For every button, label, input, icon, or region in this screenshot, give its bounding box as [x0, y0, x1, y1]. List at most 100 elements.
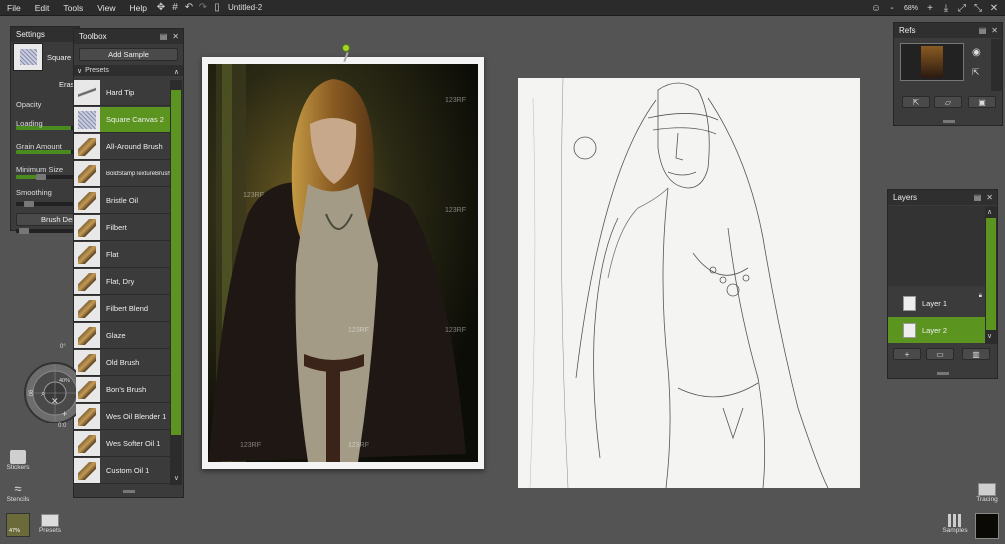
ref-external-icon[interactable]: ⇱ [972, 67, 980, 78]
preset-name: Glaze [106, 331, 126, 340]
preset-name: Flat [106, 250, 119, 259]
preset-item[interactable]: Bon's Brush [74, 377, 171, 403]
watermark: 123RF [445, 207, 467, 214]
brush-preview-thumb[interactable] [13, 43, 43, 71]
layers-scroll-up-icon[interactable]: ∧ [987, 208, 992, 216]
brush-thumbnail [74, 431, 100, 456]
presets-dock-label: Presets [38, 527, 62, 534]
presets-header[interactable]: ∨ Presets ∧ [74, 65, 183, 76]
reference-photo-card[interactable]: 123RF 123RF 123RF 123RF 123RF 123RF 123R… [202, 57, 484, 469]
scroll-up-icon[interactable]: ∧ [174, 68, 179, 76]
grain-amount-label: Grain Amount [16, 142, 62, 151]
layers-scroll-thumb[interactable] [986, 218, 996, 330]
drawing-canvas[interactable] [518, 77, 860, 489]
preset-item[interactable]: Filbert Blend [74, 296, 171, 322]
toolbox-menu-icon[interactable]: ▤ [160, 32, 168, 41]
minimum-size-label: Minimum Size [16, 165, 64, 174]
preset-name: All-Around Brush [106, 142, 163, 151]
zoom-out-icon[interactable]: - [885, 1, 899, 15]
fullscreen-icon[interactable]: ⤡ [971, 1, 985, 15]
layers-scroll-down-icon[interactable]: ∨ [987, 332, 992, 340]
refs-close-icon[interactable]: ✕ [991, 26, 998, 35]
preset-item[interactable]: Filbert [74, 215, 171, 241]
menu-help[interactable]: Help [122, 0, 153, 16]
layer-folder-button[interactable]: ▭ [926, 348, 954, 360]
menu-file[interactable]: File [0, 0, 28, 16]
zoom-magnifier-icon[interactable]: ⌕ [41, 389, 45, 399]
brush-designer-button[interactable]: Brush Des [16, 213, 76, 226]
ref-import-button[interactable]: ⇱ [902, 96, 930, 108]
preset-item[interactable]: Flat, Dry [74, 269, 171, 295]
menu-tools[interactable]: Tools [56, 0, 90, 16]
undo-icon[interactable]: ↶ [182, 1, 196, 15]
ref-note-button[interactable]: ▱ [934, 96, 962, 108]
stickers-button[interactable]: Stickers [5, 450, 31, 478]
layers-close-icon[interactable]: ✕ [986, 193, 993, 202]
minimum-size-slider[interactable] [16, 201, 74, 207]
preset-item[interactable]: Flat [74, 242, 171, 268]
brush-thumbnail [74, 377, 100, 402]
stencils-button[interactable]: ≈ Stencils [5, 482, 31, 510]
refs-scrollbar[interactable] [991, 39, 1002, 91]
delete-layer-button[interactable]: ▥ [962, 348, 990, 360]
add-layer-button[interactable]: + [893, 348, 921, 360]
refs-menu-icon[interactable]: ▤ [979, 26, 987, 35]
preset-item[interactable]: Wes Oil Blender 1 [74, 404, 171, 430]
preset-item[interactable]: Glaze [74, 323, 171, 349]
document-icon: ▯ [214, 2, 220, 13]
zoom-in-icon[interactable]: + [923, 1, 937, 15]
presets-dock-button[interactable]: Presets [37, 514, 63, 542]
menu-view[interactable]: View [90, 0, 122, 16]
restore-icon[interactable]: ⤢ [955, 1, 969, 15]
layers-scrollbar[interactable]: ∧ ∨ [985, 206, 997, 344]
layers-menu-icon[interactable]: ▤ [974, 193, 982, 202]
close-icon[interactable]: ✕ [987, 1, 1001, 15]
redo-icon[interactable]: ↷ [196, 1, 210, 15]
ref-thumbnail[interactable] [900, 43, 964, 81]
preset-scrollbar[interactable] [170, 80, 182, 485]
lock-icon[interactable]: 🔒︎ [979, 293, 982, 300]
preset-item[interactable]: Square Canvas 2 [74, 107, 171, 133]
refs-title: Refs [899, 26, 916, 35]
stencil-icon: ≈ [14, 481, 22, 496]
ref-delete-button[interactable]: ▣ [968, 96, 996, 108]
preset-item[interactable]: Hard Tip [74, 80, 171, 106]
menu-edit[interactable]: Edit [28, 0, 57, 16]
cat-face-icon[interactable]: ☺ [869, 1, 883, 15]
current-color-swatch[interactable] [975, 513, 999, 539]
layer-row-2[interactable]: Layer 2 [888, 317, 985, 343]
preset-item[interactable]: BoldStampTextureBrush [74, 161, 171, 187]
move-crosshair-icon[interactable]: ✥ [154, 1, 168, 15]
toolbox-close-icon[interactable]: ✕ [172, 32, 179, 41]
preset-item[interactable]: Custom Oil 1 [74, 458, 171, 484]
preset-item[interactable]: Wes Softer Oil 1 [74, 431, 171, 457]
layer-thumbnail [903, 295, 916, 311]
download-icon[interactable]: ⤓ [939, 1, 953, 15]
layers-resize-grip[interactable] [937, 372, 949, 375]
smoothing-slider[interactable] [16, 228, 74, 234]
presets-label: Presets [85, 67, 109, 74]
preset-item[interactable]: Bristle Oil [74, 188, 171, 214]
brush-thumbnail [74, 269, 100, 294]
scroll-down-icon[interactable]: ∨ [174, 474, 179, 482]
refs-resize-grip[interactable] [943, 120, 955, 123]
visibility-eye-icon[interactable]: ◉ [972, 47, 981, 58]
pan-plus-icon[interactable]: + [62, 409, 67, 419]
preset-item[interactable]: Old Brush [74, 350, 171, 376]
samples-button[interactable]: Samples [939, 514, 971, 542]
add-sample-button[interactable]: Add Sample [79, 48, 178, 61]
grain-amount-slider[interactable] [16, 174, 74, 180]
preset-name: Old Brush [106, 358, 140, 367]
settings-header: Settings [11, 27, 79, 42]
navigation-wheel[interactable]: ✕ 0° 40% 90 0:0 ⌕ + [11, 341, 86, 429]
layer-row-1[interactable]: Layer 1 🔒︎ [888, 290, 985, 316]
presets-expand-icon: ∨ [77, 67, 83, 75]
tracing-button[interactable]: Tracing [973, 483, 1001, 509]
color-picker-button[interactable]: 47% [6, 513, 30, 537]
stencils-label: Stencils [6, 496, 30, 503]
preset-name: Wes Oil Blender 1 [106, 412, 167, 421]
grid-icon[interactable]: # [168, 1, 182, 15]
preset-item[interactable]: All-Around Brush [74, 134, 171, 160]
svg-text:✕: ✕ [51, 397, 59, 407]
resize-grip[interactable] [123, 490, 135, 493]
